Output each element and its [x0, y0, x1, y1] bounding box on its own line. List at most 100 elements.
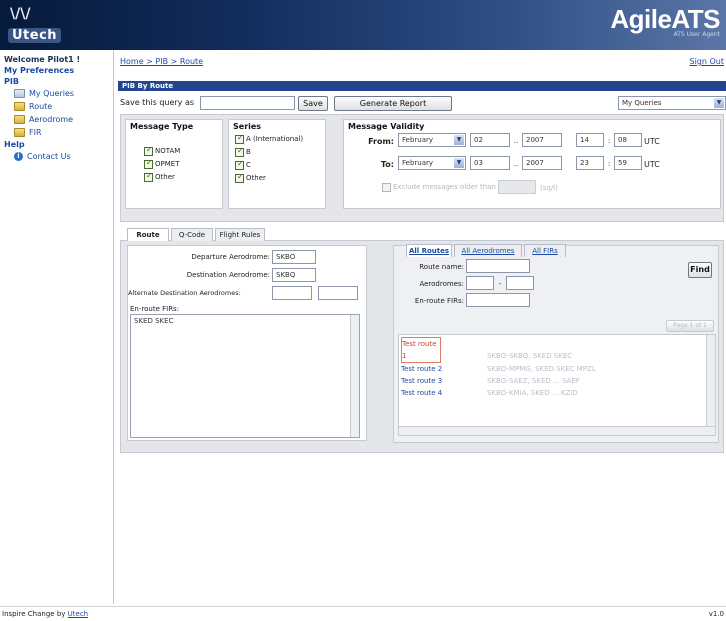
route-name: Test route 3 — [401, 377, 443, 385]
checkbox-icon[interactable] — [144, 158, 153, 169]
to-month-value: February — [402, 159, 434, 167]
from-hour-input[interactable]: 14 — [576, 133, 604, 147]
departure-label: Departure Aerodrome: — [191, 253, 270, 261]
checkbox-icon[interactable] — [382, 182, 391, 192]
sidebar-item-contact[interactable]: i Contact Us — [4, 150, 109, 163]
tab-route[interactable]: Route — [127, 228, 169, 241]
checkbox-series-b[interactable]: B — [235, 146, 251, 157]
my-queries-select[interactable]: My Queries ▼ — [618, 96, 726, 110]
from-day-input[interactable]: 02 — [470, 133, 510, 147]
folder-icon — [14, 128, 25, 137]
logo-text: Utech — [8, 28, 62, 43]
list-item[interactable]: Test route 4 SKBO-KMIA, SKED ... KZID — [401, 387, 596, 399]
aerodrome-dash: - — [498, 280, 502, 288]
checkbox-series-c[interactable]: C — [235, 159, 251, 170]
exclude-older-unit: (sq/l) — [540, 184, 558, 192]
from-minute-input[interactable]: 08 — [614, 133, 642, 147]
help-section[interactable]: Help — [4, 139, 109, 150]
from-month-select[interactable]: February ▼ — [398, 133, 466, 147]
query-name-input[interactable] — [200, 96, 295, 110]
exclude-older-checkbox[interactable]: Exclude messages older than — [382, 182, 496, 192]
route-name: Test route 2 — [401, 365, 443, 373]
checkbox-icon[interactable] — [235, 133, 244, 144]
aerodrome-from-input[interactable] — [466, 276, 494, 290]
message-validity-title: Message Validity — [348, 122, 425, 131]
pagination[interactable]: Page 1 of 1 — [666, 320, 714, 332]
route-name: Test route 1 — [401, 337, 441, 363]
find-button[interactable]: Find — [688, 262, 712, 278]
tab-all-routes[interactable]: All Routes — [406, 244, 452, 257]
sidebar-item-my-queries[interactable]: My Queries — [4, 87, 109, 100]
checkbox-icon[interactable] — [144, 145, 153, 156]
checkbox-icon[interactable] — [235, 159, 244, 170]
sidebar-item-label: Route — [29, 102, 53, 111]
generate-report-button[interactable]: Generate Report — [334, 96, 452, 111]
breadcrumb[interactable]: Home > PIB > Route — [120, 57, 203, 66]
enroute-firs-value: SKED SKEC — [134, 317, 174, 325]
routes-list: Test route 1 SKBO-SKBQ, SKED SKEC Test ro… — [398, 334, 716, 436]
message-validity-box: Message Validity From: February ▼ 02 .. 2… — [343, 119, 721, 209]
checkbox-label: Other — [155, 173, 175, 181]
checkbox-series-a[interactable]: A (International) — [235, 133, 303, 144]
to-day-input[interactable]: 03 — [470, 156, 510, 170]
my-preferences-link[interactable]: My Preferences — [4, 65, 109, 76]
save-button[interactable]: Save — [298, 96, 328, 111]
checkbox-opmet[interactable]: OPMET — [144, 158, 180, 169]
tab-label: All Routes — [408, 247, 450, 255]
to-time-sep: : — [607, 160, 611, 168]
route-name-label: Route name: — [419, 263, 464, 271]
route-detail: SKBO-KMIA, SKED ... KZID — [487, 389, 578, 397]
footer: Inspire Change by Utech v1.0 — [0, 606, 726, 621]
from-label: From: — [368, 137, 394, 146]
checkbox-icon[interactable] — [144, 171, 153, 182]
to-minute-input[interactable]: 59 — [614, 156, 642, 170]
checkbox-icon[interactable] — [235, 146, 244, 157]
main-content: Home > PIB > Route Sign Out PIB By Route… — [118, 50, 726, 604]
to-year-input[interactable]: 2007 — [522, 156, 562, 170]
alternate-input-1[interactable] — [272, 286, 312, 300]
tab-q-code[interactable]: Q-Code — [171, 228, 213, 241]
scrollbar[interactable] — [350, 315, 359, 437]
sign-out-link[interactable]: Sign Out — [690, 57, 725, 66]
app-header: \/\/ Utech AgileATS ATS User Agent — [0, 0, 726, 50]
checkbox-other-type[interactable]: Other — [144, 171, 175, 182]
sidebar-item-aerodrome[interactable]: Aerodrome — [4, 113, 109, 126]
folder-icon — [14, 115, 25, 124]
departure-input[interactable]: SKBO — [272, 250, 316, 264]
route-detail: SKBO-SAEZ, SKED ... SAEF — [487, 377, 580, 385]
version-label: v1.0 — [708, 610, 724, 618]
checkbox-notam[interactable]: NOTAM — [144, 145, 180, 156]
utech-link[interactable]: Utech — [68, 610, 88, 618]
exclude-older-input[interactable] — [498, 180, 536, 194]
tab-all-aerodromes[interactable]: All Aerodromes — [454, 244, 522, 257]
checkbox-series-other[interactable]: Other — [235, 172, 266, 183]
sidebar-item-route[interactable]: Route — [4, 100, 109, 113]
to-month-select[interactable]: February ▼ — [398, 156, 466, 170]
pib-section[interactable]: PIB — [4, 76, 109, 87]
horizontal-scrollbar[interactable] — [399, 426, 715, 435]
list-item[interactable]: Test route 1 SKBO-SKBQ, SKED SKEC — [401, 337, 596, 363]
vertical-scrollbar[interactable] — [706, 335, 715, 435]
checkbox-icon[interactable] — [235, 172, 244, 183]
enroute-firs-textarea[interactable]: SKED SKEC — [130, 314, 360, 438]
aerodromes-label: Aerodromes: — [419, 280, 464, 288]
checkbox-label: OPMET — [155, 160, 180, 168]
aerodrome-to-input[interactable] — [506, 276, 534, 290]
series-box: Series A (International) B C Other — [228, 119, 326, 209]
list-item[interactable]: Test route 2 SKBO-MPMG, SKED SKEC MPZL — [401, 363, 596, 375]
from-year-input[interactable]: 2007 — [522, 133, 562, 147]
tab-all-firs[interactable]: All FIRs — [524, 244, 566, 257]
alternate-input-2[interactable] — [318, 286, 358, 300]
checkbox-label: C — [246, 161, 251, 169]
right-enroute-input[interactable] — [466, 293, 530, 307]
to-hour-input[interactable]: 23 — [576, 156, 604, 170]
destination-input[interactable]: SKBQ — [272, 268, 316, 282]
to-label: To: — [380, 160, 394, 169]
list-item[interactable]: Test route 3 SKBO-SAEZ, SKED ... SAEF — [401, 375, 596, 387]
tab-label: All Aerodromes — [461, 247, 515, 255]
sidebar-item-fir[interactable]: FIR — [4, 126, 109, 139]
my-queries-value: My Queries — [622, 99, 662, 107]
route-name-input[interactable] — [466, 259, 530, 273]
tab-flight-rules[interactable]: Flight Rules — [215, 228, 265, 241]
alternate-label: Alternate Destination Aerodromes: — [128, 289, 241, 297]
